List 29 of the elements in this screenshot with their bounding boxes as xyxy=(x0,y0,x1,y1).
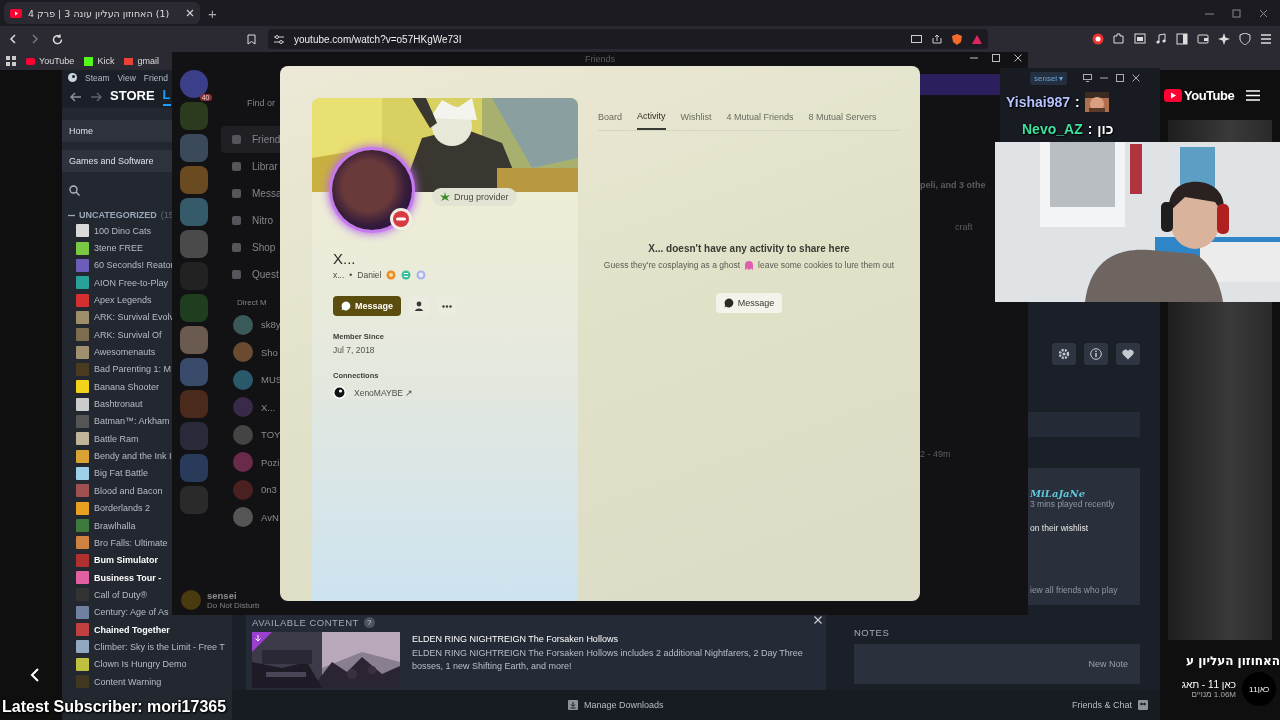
section-heading: AVAILABLE CONTENT xyxy=(252,617,359,628)
activity-text: craft xyxy=(954,222,974,232)
logo-text: YouTube xyxy=(1184,87,1235,103)
chat-author: Nevo_AZ xyxy=(1022,120,1083,137)
play-time: 3 mins played recently xyxy=(1030,499,1116,509)
display-name: X... xyxy=(333,250,357,267)
section-heading: NOTES xyxy=(853,627,891,638)
dlc-description: ELDEN RING NIGHTREIGN The Forsaken Hollows includes 2 additional Nightfarers, 2 Day Three bosses, 1 new Shifting Earth, and more! xyxy=(412,647,804,673)
activity-text: peli, and 3 othe xyxy=(920,180,987,190)
user-name: sensei xyxy=(207,590,238,601)
chat-separator: : xyxy=(1075,93,1080,110)
chat-message: כון xyxy=(1097,120,1114,137)
user-status: Do Not Disturb xyxy=(207,601,260,610)
section-heading: Direct M xyxy=(237,298,267,307)
chat-separator: : xyxy=(1087,120,1093,137)
username: x... xyxy=(333,270,345,280)
wishlist-note: on their wishlist xyxy=(1030,523,1090,533)
empty-state-text: leave some cookies to lure them out xyxy=(758,259,895,271)
custom-status: Drug provider xyxy=(454,192,509,202)
chat-author: Yishai987 xyxy=(1006,93,1071,110)
pronouns: Daniel xyxy=(357,270,382,280)
separator-dot: • xyxy=(349,270,353,280)
empty-state-title: X... doesn't have any activity to share here xyxy=(648,243,850,254)
subscriber-count: 1.06M מנויים xyxy=(1191,690,1236,699)
subscriber-label: Latest Subscriber: mori17365 xyxy=(2,698,227,716)
window-title: Friends xyxy=(585,54,615,64)
empty-state-text: Guess they're cosplaying as a ghost xyxy=(603,259,741,271)
activity-text: 2 - 49m xyxy=(920,449,952,459)
member-since-date: Jul 7, 2018 xyxy=(333,345,376,355)
